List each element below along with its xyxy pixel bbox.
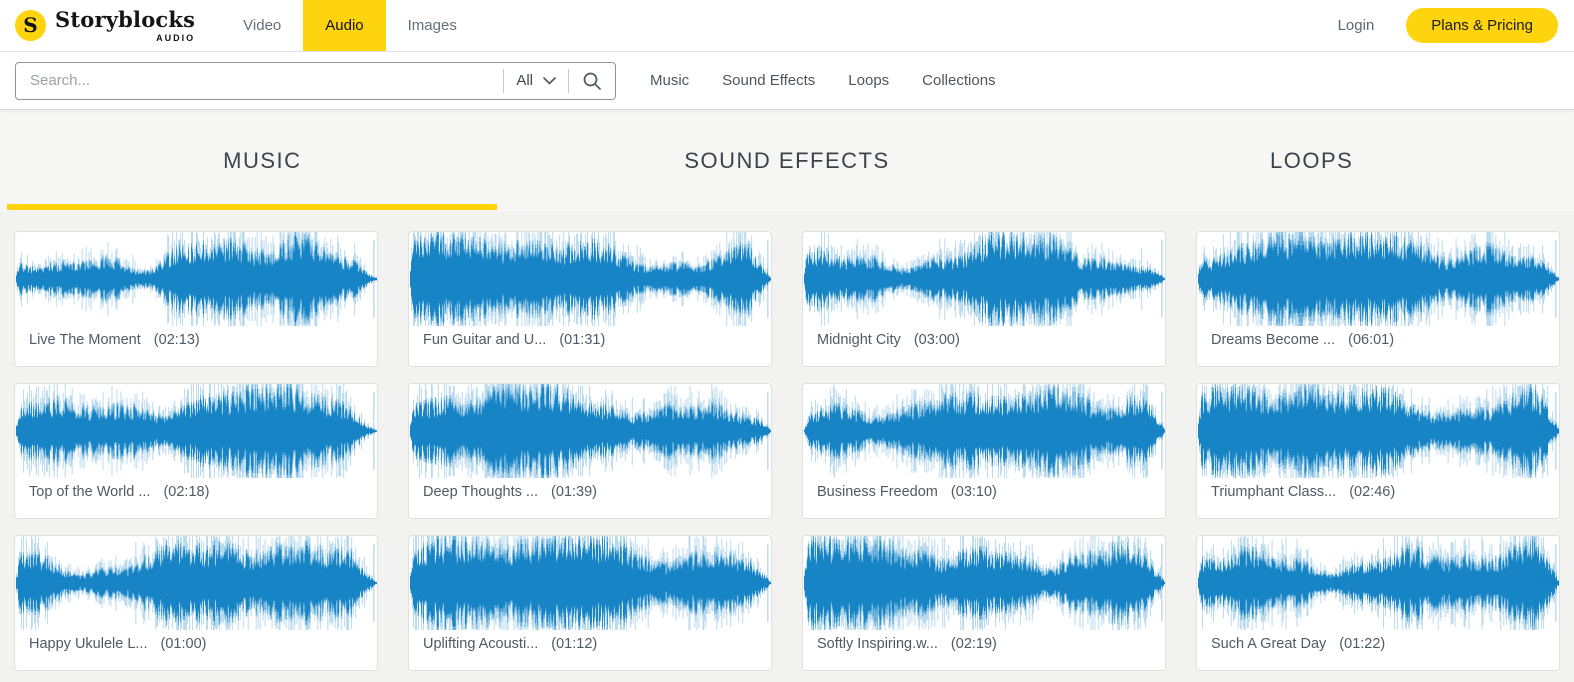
track-duration: (03:10) <box>951 484 997 500</box>
quicklink-collections[interactable]: Collections <box>922 72 995 89</box>
track-duration: (01:39) <box>551 484 597 500</box>
track-meta: Top of the World ... (02:18) <box>15 478 377 500</box>
product-nav: Video Audio Images <box>221 0 479 51</box>
nav-item-images[interactable]: Images <box>386 0 479 51</box>
track-card[interactable]: Softly Inspiring.w... (02:19) <box>802 535 1166 671</box>
top-navbar: S Storyblocks AUDIO Video Audio Images L… <box>0 0 1574 52</box>
track-duration: (01:12) <box>551 636 597 652</box>
track-title: Softly Inspiring.w... <box>817 636 938 652</box>
nav-item-audio[interactable]: Audio <box>303 0 385 51</box>
track-card[interactable]: Top of the World ... (02:18) <box>14 383 378 519</box>
waveform-image <box>803 384 1165 478</box>
track-card[interactable]: Happy Ukulele L... (01:00) <box>14 535 378 671</box>
track-duration: (02:13) <box>154 332 200 348</box>
search-widget: All <box>15 62 616 100</box>
track-card[interactable]: Uplifting Acousti... (01:12) <box>408 535 772 671</box>
storyblocks-logo-icon: S <box>15 10 46 41</box>
track-meta: Triumphant Class... (02:46) <box>1197 478 1559 500</box>
track-duration: (01:31) <box>559 332 605 348</box>
waveform-image <box>803 536 1165 630</box>
category-tabs: MUSIC SOUND EFFECTS LOOPS <box>0 110 1574 211</box>
track-meta: Happy Ukulele L... (01:00) <box>15 630 377 652</box>
track-card[interactable]: Business Freedom (03:10) <box>802 383 1166 519</box>
waveform-image <box>1197 384 1559 478</box>
track-duration: (02:46) <box>1349 484 1395 500</box>
track-duration: (03:00) <box>914 332 960 348</box>
track-card[interactable]: Dreams Become ... (06:01) <box>1196 231 1560 367</box>
search-row: All Music Sound Effects Loops Collection… <box>0 52 1574 110</box>
quicklink-music[interactable]: Music <box>650 72 689 89</box>
track-title: Dreams Become ... <box>1211 332 1335 348</box>
search-button[interactable] <box>569 63 615 99</box>
track-title: Midnight City <box>817 332 901 348</box>
track-title: Fun Guitar and U... <box>423 332 546 348</box>
tab-loops[interactable]: LOOPS <box>1049 110 1574 211</box>
login-link[interactable]: Login <box>1338 17 1375 34</box>
waveform-image <box>15 536 377 630</box>
storyblocks-logo[interactable]: S Storyblocks AUDIO <box>0 0 195 51</box>
track-duration: (01:00) <box>161 636 207 652</box>
filter-selected-value: All <box>516 72 533 89</box>
track-title: Deep Thoughts ... <box>423 484 538 500</box>
track-meta: Uplifting Acousti... (01:12) <box>409 630 771 652</box>
track-card[interactable]: Triumphant Class... (02:46) <box>1196 383 1560 519</box>
track-card[interactable]: Midnight City (03:00) <box>802 231 1166 367</box>
active-tab-underline <box>7 204 497 210</box>
track-duration: (06:01) <box>1348 332 1394 348</box>
track-card[interactable]: Live The Moment (02:13) <box>14 231 378 367</box>
track-title: Happy Ukulele L... <box>29 636 147 652</box>
quicklink-loops[interactable]: Loops <box>848 72 889 89</box>
track-duration: (02:18) <box>163 484 209 500</box>
track-duration: (01:22) <box>1339 636 1385 652</box>
waveform-image <box>409 536 771 630</box>
search-input[interactable] <box>16 72 503 89</box>
brand-name: Storyblocks <box>55 8 195 31</box>
waveform-image <box>15 384 377 478</box>
track-card[interactable]: Deep Thoughts ... (01:39) <box>408 383 772 519</box>
waveform-image <box>803 232 1165 326</box>
track-meta: Deep Thoughts ... (01:39) <box>409 478 771 500</box>
track-meta: Such A Great Day (01:22) <box>1197 630 1559 652</box>
track-title: Top of the World ... <box>29 484 150 500</box>
track-meta: Business Freedom (03:10) <box>803 478 1165 500</box>
audio-quicklinks: Music Sound Effects Loops Collections <box>650 72 996 89</box>
chevron-down-icon <box>543 77 556 85</box>
track-card[interactable]: Such A Great Day (01:22) <box>1196 535 1560 671</box>
track-title: Triumphant Class... <box>1211 484 1336 500</box>
tab-music[interactable]: MUSIC <box>0 110 525 211</box>
track-title: Business Freedom <box>817 484 938 500</box>
track-meta: Live The Moment (02:13) <box>15 326 377 348</box>
plans-pricing-button[interactable]: Plans & Pricing <box>1406 8 1558 43</box>
track-meta: Midnight City (03:00) <box>803 326 1165 348</box>
nav-item-video[interactable]: Video <box>221 0 303 51</box>
track-meta: Fun Guitar and U... (01:31) <box>409 326 771 348</box>
search-icon <box>582 71 602 91</box>
track-title: Such A Great Day <box>1211 636 1326 652</box>
quicklink-sound-effects[interactable]: Sound Effects <box>722 72 815 89</box>
waveform-image <box>409 232 771 326</box>
waveform-image <box>1197 232 1559 326</box>
waveform-image <box>1197 536 1559 630</box>
track-title: Live The Moment <box>29 332 141 348</box>
track-card[interactable]: Fun Guitar and U... (01:31) <box>408 231 772 367</box>
track-meta: Softly Inspiring.w... (02:19) <box>803 630 1165 652</box>
waveform-image <box>409 384 771 478</box>
track-meta: Dreams Become ... (06:01) <box>1197 326 1559 348</box>
waveform-image <box>15 232 377 326</box>
filter-dropdown[interactable]: All <box>504 72 568 89</box>
track-title: Uplifting Acousti... <box>423 636 538 652</box>
brand-sub-label: AUDIO <box>156 33 195 43</box>
track-duration: (02:19) <box>951 636 997 652</box>
track-grid: Live The Moment (02:13) Fun Guitar and U… <box>0 211 1574 671</box>
tab-sound-effects[interactable]: SOUND EFFECTS <box>525 110 1050 211</box>
